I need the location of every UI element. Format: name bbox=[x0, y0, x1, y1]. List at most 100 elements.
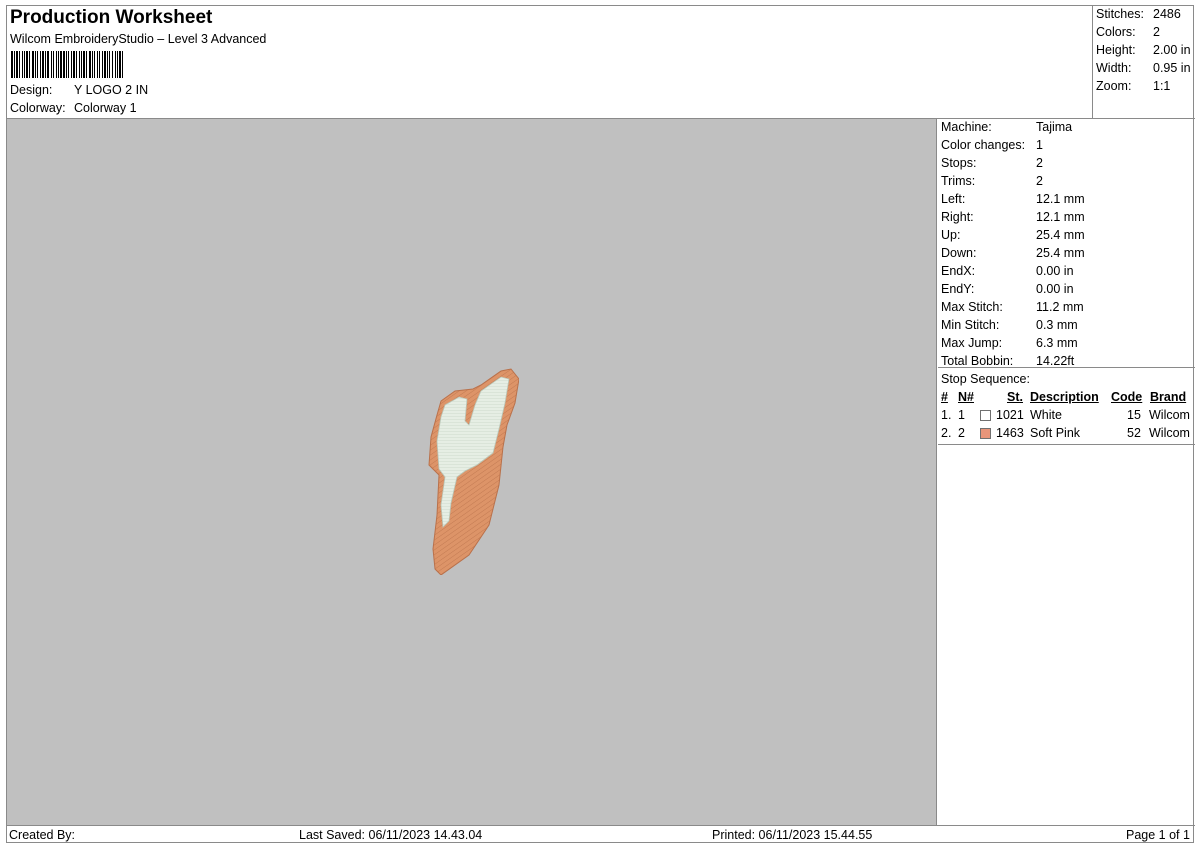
thread-code: 1463 bbox=[996, 426, 1024, 440]
summary-label: Width: bbox=[1096, 61, 1132, 75]
info-value: 2 bbox=[1036, 156, 1043, 170]
divider bbox=[938, 444, 1195, 445]
thread-brand: Wilcom bbox=[1149, 408, 1190, 422]
design-summary: Stitches: 2486 Colors: 2 Height: 2.00 in… bbox=[1092, 6, 1195, 119]
colorway-row: Colorway: Colorway 1 bbox=[10, 101, 137, 115]
info-label: Max Stitch: bbox=[941, 300, 1003, 314]
col-stitches: St. bbox=[1007, 390, 1023, 404]
summary-value: 2 bbox=[1153, 25, 1160, 39]
thread-stock-code: 52 bbox=[1127, 426, 1141, 440]
machine-info-row: Color changes: 1 bbox=[941, 138, 1043, 156]
colorway-value: Colorway 1 bbox=[74, 101, 137, 115]
thread-stock-code: 15 bbox=[1127, 408, 1141, 422]
info-label: EndX: bbox=[941, 264, 976, 278]
info-value: 12.1 mm bbox=[1036, 210, 1085, 224]
last-saved: Last Saved: 06/11/2023 14.43.04 bbox=[299, 828, 483, 842]
info-value: 6.3 mm bbox=[1036, 336, 1078, 350]
info-label: Up: bbox=[941, 228, 961, 242]
y-logo-embroidery bbox=[428, 368, 519, 575]
col-num: # bbox=[941, 390, 948, 404]
machine-info-row: EndX: 0.00 in bbox=[941, 264, 1074, 282]
design-value: Y LOGO 2 IN bbox=[74, 83, 149, 97]
printed-date: Printed: 06/11/2023 15.44.55 bbox=[712, 828, 873, 842]
info-value: 25.4 mm bbox=[1036, 246, 1085, 260]
design-label: Design: bbox=[10, 83, 53, 97]
summary-label: Stitches: bbox=[1096, 7, 1144, 21]
summary-value: 2486 bbox=[1153, 7, 1181, 21]
page-title: Production Worksheet bbox=[10, 7, 213, 28]
machine-info-row: Stops: 2 bbox=[941, 156, 1043, 174]
summary-label: Height: bbox=[1096, 43, 1136, 57]
summary-label: Colors: bbox=[1096, 25, 1136, 39]
machine-info-row: Trims: 2 bbox=[941, 174, 1043, 192]
stop-sequence-header: # N# St. Description Code Brand bbox=[941, 390, 1193, 408]
summary-value: 0.95 in bbox=[1153, 61, 1191, 75]
info-value: 0.00 in bbox=[1036, 282, 1074, 296]
worksheet-footer: Created By: Last Saved: 06/11/2023 14.43… bbox=[7, 825, 1195, 844]
info-label: Trims: bbox=[941, 174, 976, 188]
info-label: Down: bbox=[941, 246, 977, 260]
stop-row: 1. 1 1021 White 15 Wilcom bbox=[941, 408, 1193, 426]
machine-info-row: EndY: 0.00 in bbox=[941, 282, 1074, 300]
stop-row: 2. 2 1463 Soft Pink 52 Wilcom bbox=[941, 426, 1193, 444]
info-value: 1 bbox=[1036, 138, 1043, 152]
thread-brand: Wilcom bbox=[1149, 426, 1190, 440]
info-value: 0.3 mm bbox=[1036, 318, 1078, 332]
col-brand: Brand bbox=[1150, 390, 1187, 404]
machine-info-row: Min Stitch: 0.3 mm bbox=[941, 318, 1078, 336]
info-label: Right: bbox=[941, 210, 974, 224]
info-label: Left: bbox=[941, 192, 966, 206]
thread-description: Soft Pink bbox=[1030, 426, 1081, 440]
machine-info-row: Machine: Tajima bbox=[941, 120, 1072, 138]
info-label: Color changes: bbox=[941, 138, 1026, 152]
summary-width: Width: 0.95 in bbox=[1096, 61, 1191, 79]
info-label: Total Bobbin: bbox=[941, 354, 1014, 368]
design-row: Design: Y LOGO 2 IN bbox=[10, 83, 148, 97]
machine-info-row: Down: 25.4 mm bbox=[941, 246, 1085, 264]
summary-value: 1:1 bbox=[1153, 79, 1171, 93]
machine-info-row: Up: 25.4 mm bbox=[941, 228, 1085, 246]
worksheet-header: Production Worksheet Wilcom EmbroiderySt… bbox=[7, 6, 1092, 119]
summary-value: 2.00 in bbox=[1153, 43, 1191, 57]
info-value: 25.4 mm bbox=[1036, 228, 1085, 242]
page-number: Page 1 of 1 bbox=[1126, 828, 1190, 842]
info-value: 2 bbox=[1036, 174, 1043, 188]
info-value: 11.2 mm bbox=[1036, 300, 1084, 314]
info-label: Max Jump: bbox=[941, 336, 1003, 350]
created-by: Created By: bbox=[9, 828, 76, 842]
info-label: Min Stitch: bbox=[941, 318, 1000, 332]
info-label: Stops: bbox=[941, 156, 977, 170]
machine-info-row: Total Bobbin: 14.22ft bbox=[941, 354, 1074, 372]
stop-needle: 1 bbox=[958, 408, 965, 422]
summary-zoom: Zoom: 1:1 bbox=[1096, 79, 1170, 97]
info-label: EndY: bbox=[941, 282, 975, 296]
machine-info-row: Left: 12.1 mm bbox=[941, 192, 1085, 210]
barcode bbox=[11, 51, 198, 78]
machine-info-row: Max Jump: 6.3 mm bbox=[941, 336, 1078, 354]
stop-sequence-label: Stop Sequence: bbox=[941, 372, 1030, 386]
machine-info-panel: Machine: Tajima Color changes: 1 Stops: 2 Trim… bbox=[938, 119, 1195, 825]
summary-stitches: Stitches: 2486 bbox=[1096, 7, 1181, 25]
info-value: 14.22ft bbox=[1036, 354, 1075, 368]
summary-label: Zoom: bbox=[1096, 79, 1132, 93]
colorway-label: Colorway: bbox=[10, 101, 66, 115]
col-description: Description bbox=[1030, 390, 1099, 404]
color-swatch bbox=[980, 428, 991, 439]
info-label: Machine: bbox=[941, 120, 992, 134]
thread-code: 1021 bbox=[996, 408, 1024, 422]
machine-info-row: Max Stitch: 11.2 mm bbox=[941, 300, 1084, 318]
machine-info-row: Right: 12.1 mm bbox=[941, 210, 1085, 228]
divider bbox=[938, 367, 1195, 368]
stop-needle: 2 bbox=[958, 426, 965, 440]
worksheet-page: Production Worksheet Wilcom EmbroiderySt… bbox=[6, 5, 1195, 844]
summary-height: Height: 2.00 in bbox=[1096, 43, 1191, 61]
summary-colors: Colors: 2 bbox=[1096, 25, 1160, 43]
stop-num: 2. bbox=[941, 426, 952, 440]
thread-description: White bbox=[1030, 408, 1062, 422]
col-needle: N# bbox=[958, 390, 974, 404]
info-value: Tajima bbox=[1036, 120, 1073, 134]
info-value: 12.1 mm bbox=[1036, 192, 1085, 206]
software-name: Wilcom EmbroideryStudio – Level 3 Advanc… bbox=[10, 32, 267, 46]
info-value: 0.00 in bbox=[1036, 264, 1074, 278]
color-swatch bbox=[980, 410, 991, 421]
